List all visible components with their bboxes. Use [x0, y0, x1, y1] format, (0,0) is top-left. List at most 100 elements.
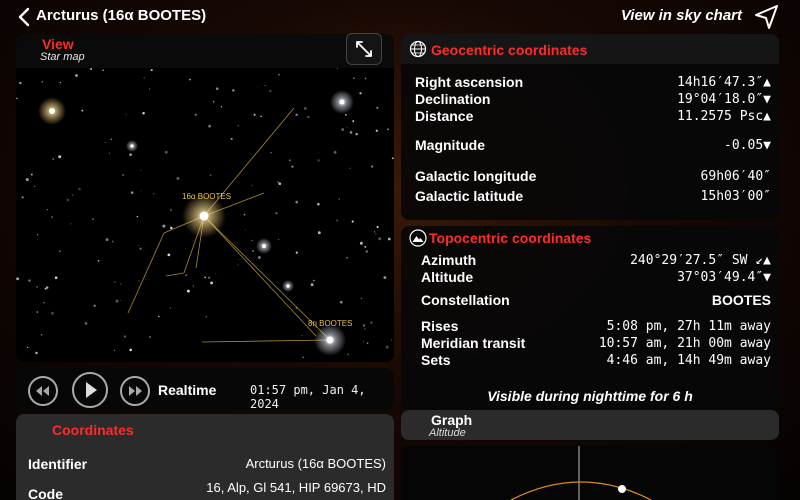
view-title: View — [42, 36, 74, 52]
background-star — [212, 100, 215, 103]
background-star — [189, 78, 191, 81]
background-star — [344, 113, 347, 116]
background-star — [278, 238, 280, 241]
background-star — [137, 245, 139, 246]
background-star — [349, 131, 353, 134]
background-star — [347, 353, 349, 355]
playback-bar: Realtime 01:57 pm, Jan 4, 2024 — [16, 368, 394, 411]
background-star — [220, 106, 222, 108]
background-star — [355, 132, 358, 136]
background-star — [317, 202, 320, 206]
background-star — [288, 159, 291, 162]
background-star — [391, 157, 394, 160]
background-star — [111, 240, 114, 243]
rises-label: Rises — [421, 318, 459, 334]
background-star — [120, 283, 122, 285]
background-star — [129, 153, 132, 156]
realtime-label[interactable]: Realtime — [158, 382, 216, 398]
background-star — [295, 251, 298, 254]
background-star — [366, 342, 369, 344]
meridian-transit-value: 10:57 am, 21h 00m away — [598, 336, 771, 351]
fast-forward-button[interactable] — [120, 376, 150, 406]
coordinates-title: Coordinates — [52, 422, 134, 438]
background-star — [251, 239, 253, 242]
background-star — [110, 138, 113, 141]
background-star — [140, 169, 142, 171]
star-map[interactable]: 16α BOOTES 8η BOOTES — [16, 68, 394, 362]
background-star — [362, 324, 366, 327]
azimuth-label: Azimuth — [421, 252, 477, 268]
background-star — [353, 77, 355, 79]
background-star — [70, 223, 72, 225]
background-star — [139, 247, 142, 250]
background-star — [25, 178, 29, 182]
background-star — [84, 322, 88, 325]
background-star — [364, 328, 366, 330]
background-star — [341, 128, 345, 131]
galactic-latitude-label: Galactic latitude — [415, 188, 524, 204]
background-star — [387, 128, 389, 131]
background-star — [150, 69, 153, 72]
page-title: Arcturus (16α BOOTES) — [36, 7, 207, 24]
view-panel: View Star map 16α BOOTES 8η BOOTES — [16, 34, 394, 362]
background-star — [351, 220, 354, 223]
background-star — [16, 97, 18, 100]
identifier-value: Arcturus (16α BOOTES) — [245, 456, 386, 471]
expand-button[interactable] — [346, 33, 382, 65]
background-star — [252, 250, 254, 252]
background-star — [115, 299, 119, 303]
background-star — [317, 231, 321, 235]
background-star — [387, 237, 391, 241]
background-star — [148, 88, 151, 90]
background-star — [41, 334, 43, 336]
location-arrow-icon[interactable] — [752, 2, 782, 32]
background-star — [113, 349, 116, 352]
background-star — [336, 219, 339, 222]
altitude-graph[interactable] — [401, 446, 779, 500]
background-star — [237, 264, 239, 266]
topocentric-panel: Topocentric coordinates Azimuth 240°29′2… — [401, 226, 779, 410]
background-star — [142, 112, 145, 115]
background-star — [264, 85, 266, 87]
graph-header[interactable]: Graph Altitude — [401, 410, 779, 440]
constellation-label: Constellation — [421, 292, 510, 308]
altitude-value: 37°03′49.4″▼ — [677, 270, 771, 285]
view-in-sky-chart-link[interactable]: View in sky chart — [621, 7, 742, 24]
background-star — [277, 181, 279, 184]
background-star — [58, 155, 62, 159]
code-value: 16, Alp, Gl 541, HIP 69673, HD — [206, 480, 386, 495]
distance-label: Distance — [415, 108, 474, 124]
view-header: View Star map — [16, 34, 394, 68]
background-star — [376, 225, 379, 229]
background-star — [75, 74, 78, 77]
fast-forward-icon — [129, 386, 142, 396]
background-star — [114, 281, 116, 283]
background-star — [307, 115, 310, 119]
rises-value: 5:08 pm, 27h 11m away — [606, 319, 771, 334]
background-star — [149, 336, 151, 338]
background-star — [19, 81, 22, 85]
background-star — [310, 283, 314, 287]
graph-title: Graph — [431, 412, 473, 428]
altitude-label: Altitude — [421, 269, 474, 285]
declination-value: 19°04′18.0″▼ — [677, 92, 771, 107]
background-star — [81, 109, 84, 112]
background-star — [192, 285, 195, 287]
background-star — [257, 86, 259, 88]
rewind-button[interactable] — [28, 376, 58, 406]
background-star — [207, 276, 211, 279]
background-star — [295, 113, 298, 116]
back-chevron-icon[interactable] — [14, 6, 36, 28]
background-star — [138, 280, 140, 282]
background-star — [215, 87, 219, 91]
background-star — [105, 238, 109, 242]
background-star — [275, 212, 278, 215]
galactic-longitude-label: Galactic longitude — [415, 168, 537, 184]
geocentric-title: Geocentric coordinates — [431, 42, 588, 58]
background-star — [186, 289, 190, 293]
background-star — [129, 348, 133, 352]
background-star — [35, 351, 38, 355]
background-star — [36, 286, 38, 288]
background-star — [93, 304, 96, 307]
play-button[interactable] — [72, 372, 108, 408]
